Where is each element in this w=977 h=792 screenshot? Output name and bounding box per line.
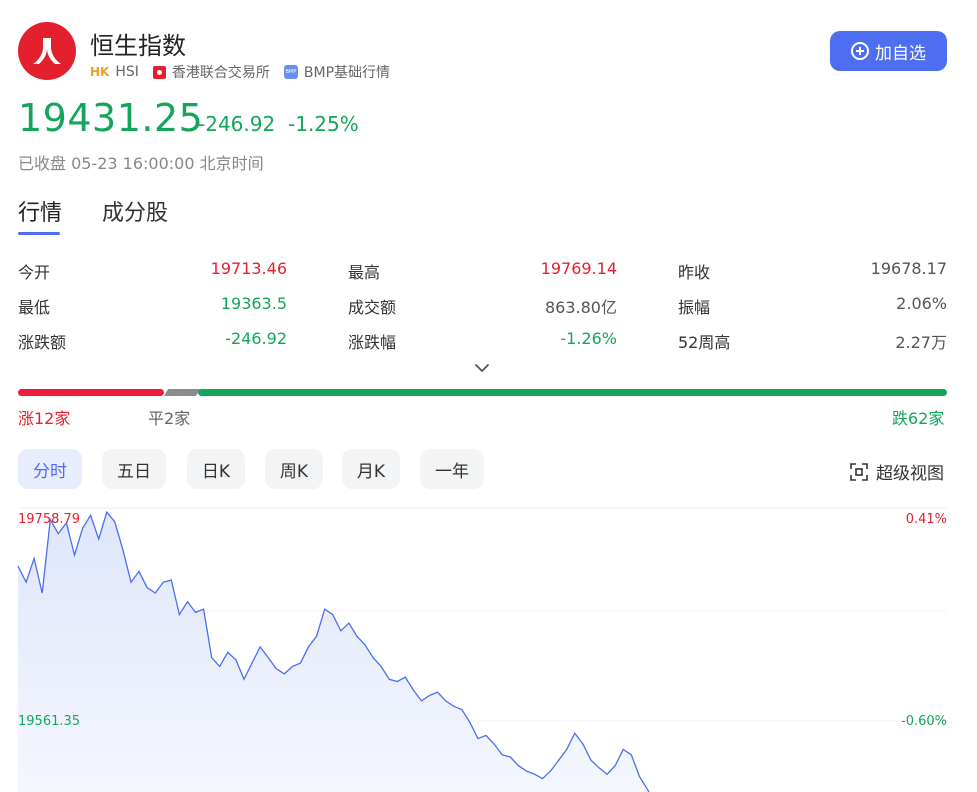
stat-value-change-pct: -1.26% xyxy=(560,329,617,348)
breadth-flat-bar xyxy=(163,389,201,396)
super-view-button[interactable]: 超级视图 xyxy=(850,459,944,484)
breadth-down-bar xyxy=(198,389,947,396)
data-source: BMP基础行情 xyxy=(303,65,391,81)
hsi-logo-icon xyxy=(18,22,76,80)
index-meta: HK HSI 香港联合交易所 BMP BMP基础行情 xyxy=(90,62,390,82)
price-area xyxy=(18,512,712,792)
tab-constituents[interactable]: 成分股 xyxy=(102,195,168,227)
plus-circle-icon xyxy=(851,42,869,60)
breadth-flat-label: 平2家 xyxy=(148,409,191,428)
period-monthly-k[interactable]: 月K xyxy=(342,449,400,489)
chevron-down-icon[interactable] xyxy=(474,362,490,374)
bmp-icon: BMP xyxy=(283,65,298,79)
price-change-pct: -1.25% xyxy=(288,112,359,136)
breadth-up-label: 涨12家 xyxy=(18,409,71,428)
stat-label-change: 涨跌额 xyxy=(18,333,67,352)
stat-label-change-pct: 涨跌幅 xyxy=(348,333,397,352)
intraday-chart[interactable]: 19758.79 19561.35 0.41% -0.60% xyxy=(0,500,977,792)
stat-value-change: -246.92 xyxy=(225,329,287,348)
market-status: 已收盘 05-23 16:00:00 北京时间 xyxy=(18,154,264,173)
index-code: HSI xyxy=(115,64,139,80)
stat-label-amplitude: 振幅 xyxy=(678,298,711,317)
stat-label-high: 最高 xyxy=(348,263,381,282)
stat-value-52w-high: 2.27万 xyxy=(895,333,947,352)
stat-value-turnover: 863.80亿 xyxy=(545,298,617,317)
stat-label-low: 最低 xyxy=(18,298,51,317)
period-daily-k[interactable]: 日K xyxy=(187,449,245,489)
y-right-label-top: 0.41% xyxy=(906,512,947,527)
add-watchlist-button[interactable]: 加自选 xyxy=(830,31,947,71)
hk-flag-icon xyxy=(152,65,166,79)
y-right-label-mid: -0.60% xyxy=(901,714,947,729)
stat-value-prev-close: 19678.17 xyxy=(870,259,947,278)
exchange-name: 香港联合交易所 xyxy=(171,65,270,81)
tab-active-indicator xyxy=(18,232,60,235)
stat-label-open: 今开 xyxy=(18,263,51,282)
stat-label-turnover: 成交额 xyxy=(348,298,397,317)
stat-value-amplitude: 2.06% xyxy=(896,294,947,313)
period-weekly-k[interactable]: 周K xyxy=(265,449,323,489)
period-5day[interactable]: 五日 xyxy=(102,449,166,489)
add-watchlist-label: 加自选 xyxy=(875,43,926,64)
y-left-label-top: 19758.79 xyxy=(18,512,80,527)
super-view-label: 超级视图 xyxy=(876,464,944,484)
breadth-down-label: 跌62家 xyxy=(892,409,945,428)
stat-label-52w-high: 52周高 xyxy=(678,333,731,352)
fullscreen-icon xyxy=(850,462,868,481)
stat-value-high: 19769.14 xyxy=(540,259,617,278)
period-intraday[interactable]: 分时 xyxy=(18,449,82,489)
stat-value-open: 19713.46 xyxy=(210,259,287,278)
stat-label-prev-close: 昨收 xyxy=(678,263,711,282)
current-price: 19431.25 xyxy=(18,96,204,140)
price-change: -246.92 xyxy=(198,112,276,136)
period-1year[interactable]: 一年 xyxy=(420,449,484,489)
stat-value-low: 19363.5 xyxy=(220,294,287,313)
index-title: 恒生指数 xyxy=(90,32,186,60)
breadth-up-bar xyxy=(18,389,164,396)
y-left-label-mid: 19561.35 xyxy=(18,714,80,729)
market-tag: HK xyxy=(90,65,110,79)
tab-quote[interactable]: 行情 xyxy=(18,195,62,227)
